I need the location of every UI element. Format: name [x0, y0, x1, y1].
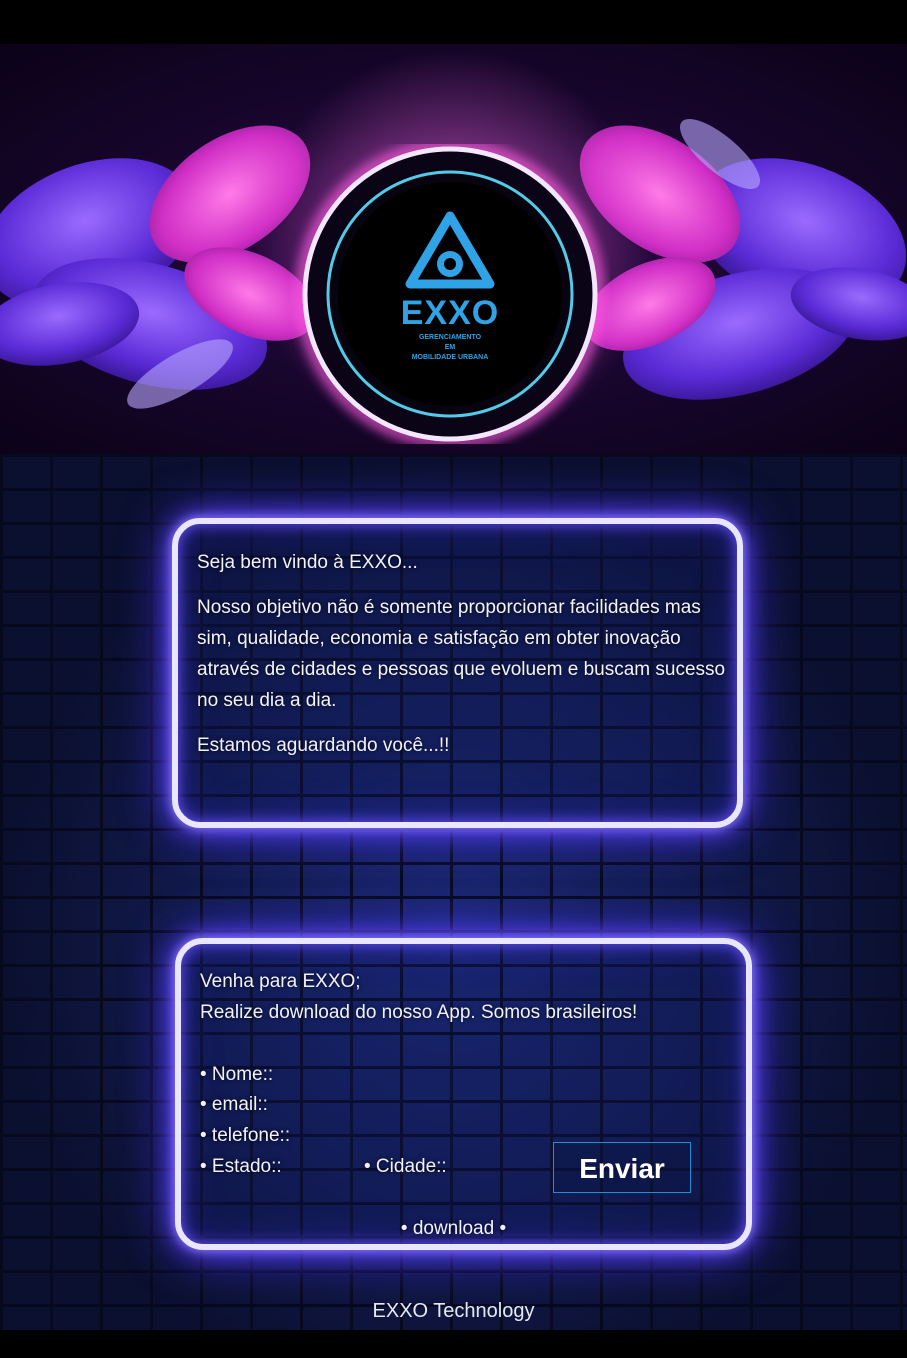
download-link[interactable]: • download •	[0, 1213, 907, 1244]
signup-intro-2: Realize download do nosso App. Somos bra…	[200, 1002, 638, 1023]
bottom-bar	[0, 1330, 907, 1358]
exxo-logo: EXXO GERENCIAMENTO EM MOBILIDADE URBANA	[290, 141, 610, 447]
welcome-greeting: Seja bem vindo à EXXO...	[197, 552, 418, 573]
top-bar	[0, 0, 907, 44]
logo-wordmark: EXXO	[400, 294, 500, 332]
welcome-closing: Estamos aguardando você...!!	[197, 735, 450, 756]
welcome-paragraph: Nosso objetivo não é somente proporciona…	[197, 597, 726, 711]
field-cidade[interactable]: • Cidade::	[364, 1151, 447, 1182]
field-email[interactable]: • email::	[200, 1089, 268, 1120]
signup-intro-1: Venha para EXXO;	[200, 971, 361, 992]
enviar-button[interactable]: Enviar	[553, 1142, 691, 1193]
logo-line-1: GERENCIAMENTO	[418, 334, 482, 341]
footer-text: EXXO Technology	[372, 1300, 535, 1322]
logo-line-2: EM	[444, 344, 456, 351]
header-banner: EXXO GERENCIAMENTO EM MOBILIDADE URBANA	[0, 44, 907, 454]
logo-line-3: MOBILIDADE URBANA	[411, 354, 489, 361]
field-estado[interactable]: • Estado::	[200, 1151, 282, 1182]
field-telefone[interactable]: • telefone::	[200, 1120, 290, 1151]
field-nome[interactable]: • Nome::	[200, 1059, 273, 1090]
